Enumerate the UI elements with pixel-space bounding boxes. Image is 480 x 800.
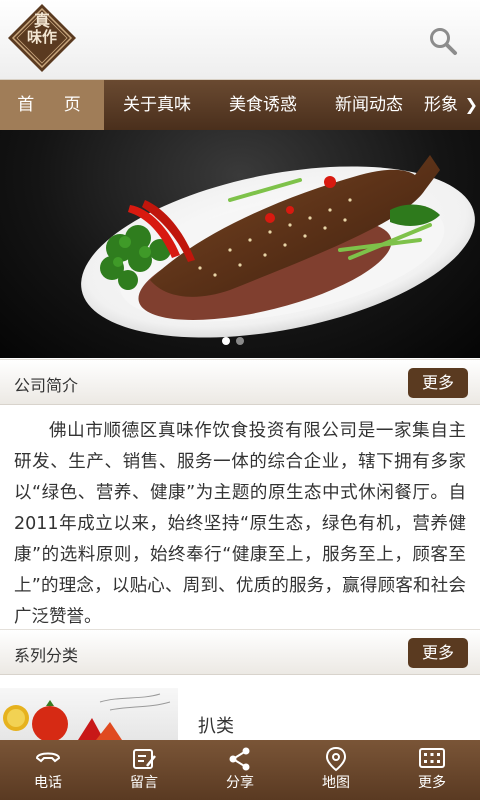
tab-more[interactable]: 更多 xyxy=(384,740,480,800)
logo-text: 真 味作 xyxy=(21,12,63,46)
top-nav: 首 页 关于真味 美食诱惑 新闻动态 形象 ❯ xyxy=(0,80,480,130)
category-item[interactable]: 扒类 xyxy=(0,688,480,740)
company-intro-text: 佛山市顺德区真味作饮食投资有限公司是一家集自主研发、生产、销售、服务一体的综合企… xyxy=(14,421,466,627)
carousel-dots xyxy=(222,337,244,345)
grid-icon xyxy=(419,748,445,768)
logo-char-2: 味作 xyxy=(26,28,57,46)
categories-more-button[interactable]: 更多 xyxy=(408,638,468,668)
tab-message[interactable]: 留言 xyxy=(96,740,192,800)
map-pin-icon xyxy=(325,746,347,772)
share-icon xyxy=(229,747,250,771)
logo-char-1: 真 xyxy=(33,11,50,30)
search-icon[interactable] xyxy=(428,26,458,56)
categories-section-title: 系列分类 xyxy=(14,646,79,665)
category-name: 扒类 xyxy=(198,716,234,737)
nav-item-image[interactable]: 形象 ❯ xyxy=(422,80,480,130)
tab-phone[interactable]: 电话 xyxy=(0,740,96,800)
banner-carousel[interactable] xyxy=(0,130,480,358)
nav-item-home[interactable]: 首 页 xyxy=(0,80,104,130)
tab-share[interactable]: 分享 xyxy=(192,740,288,800)
banner-image xyxy=(81,155,475,338)
app-header: 真 味作 xyxy=(0,0,480,80)
nav-item-image-label: 形象 xyxy=(424,95,458,115)
category-thumbnail xyxy=(0,688,178,740)
tab-share-label: 分享 xyxy=(226,775,254,791)
nav-item-food[interactable]: 美食诱惑 xyxy=(210,80,316,130)
nav-item-news[interactable]: 新闻动态 xyxy=(316,80,422,130)
tab-phone-label: 电话 xyxy=(34,775,62,791)
carousel-dot-2[interactable] xyxy=(236,337,244,345)
nav-item-about[interactable]: 关于真味 xyxy=(104,80,210,130)
tab-message-label: 留言 xyxy=(130,775,158,791)
chevron-right-icon: ❯ xyxy=(464,95,478,114)
phone-icon xyxy=(35,752,61,763)
tab-map[interactable]: 地图 xyxy=(288,740,384,800)
categories-section-header: 系列分类 更多 xyxy=(0,629,480,675)
tab-more-label: 更多 xyxy=(418,775,446,791)
about-section-title: 公司简介 xyxy=(14,376,79,395)
tab-map-label: 地图 xyxy=(322,775,350,791)
about-section-header: 公司简介 更多 xyxy=(0,359,480,405)
carousel-dot-1[interactable] xyxy=(222,337,230,345)
about-more-button[interactable]: 更多 xyxy=(408,368,468,398)
bottom-tab-bar: 电话 留言 分享 地图 更多 xyxy=(0,740,480,800)
message-icon xyxy=(133,749,156,769)
